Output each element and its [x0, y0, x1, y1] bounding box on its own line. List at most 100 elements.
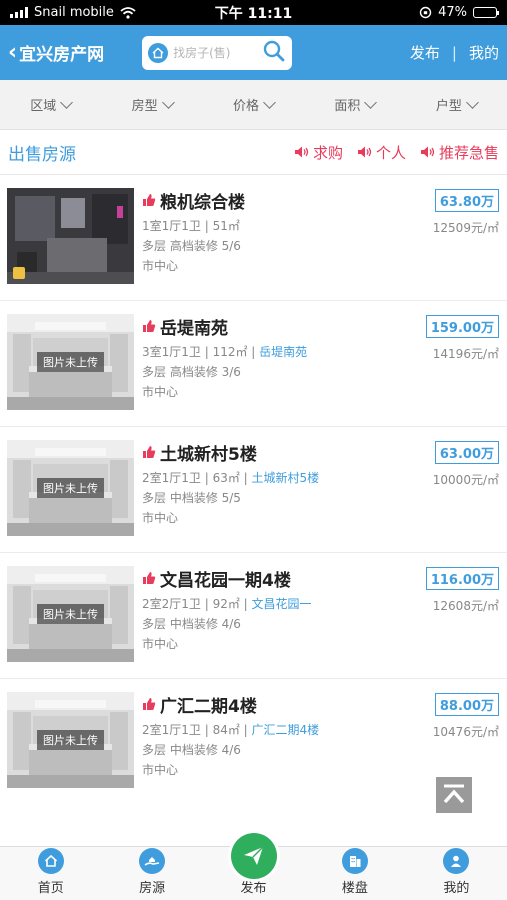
status-bar: Snail mobile 下午 11:11 47% [0, 0, 507, 25]
filter-price[interactable]: 价格 [203, 95, 304, 114]
listing-area: 51㎡ [212, 219, 240, 233]
listing-item[interactable]: 图片未上传 文昌花园一期4楼 2室2厅1卫 | 92㎡ | 文昌花园一 多层 中档装修… [0, 553, 507, 679]
listing-photo[interactable]: 图片未上传 [7, 314, 134, 410]
paper-plane-icon [230, 833, 277, 879]
listing-photo[interactable] [7, 188, 134, 284]
listing-layout: 2室1厅1卫 [142, 723, 201, 737]
chevron-down-icon [263, 95, 276, 109]
listing-estate-link[interactable]: 广汇二期4楼 [252, 723, 320, 737]
battery-percent: 47% [438, 5, 467, 20]
tab-label: 我的 [443, 881, 470, 896]
listing-name: 广汇二期4楼 [160, 696, 257, 717]
listing-layout: 1室1厅1卫 [142, 219, 201, 233]
hand-house-icon [139, 848, 166, 874]
listing-floor-info: 多层 高档装修 3/6 [142, 365, 241, 379]
app-header: ‹ 宜兴房产网 发布 | 我的 [0, 25, 507, 80]
listing-floor-info: 多层 高档装修 5/6 [142, 239, 241, 253]
listing-unit-price: 12509元/㎡ [432, 221, 499, 235]
search-icon[interactable] [262, 39, 286, 67]
listing-price: 116.00万 [425, 567, 499, 590]
filter-unit-type[interactable]: 户型 [406, 95, 507, 114]
listing-photo[interactable]: 图片未上传 [7, 566, 134, 662]
thumbs-up-icon [143, 698, 156, 710]
listing-item[interactable]: 图片未上传 广汇二期4楼 2室1厅1卫 | 84㎡ | 广汇二期4楼 多层 中档装修 … [0, 679, 507, 795]
section-title: 出售房源 [8, 144, 76, 165]
publish-link[interactable]: 发布 [410, 42, 440, 63]
thumbs-up-icon [143, 320, 156, 332]
listing-unit-price: 14196元/㎡ [432, 347, 499, 361]
listing-district: 市中心 [142, 511, 179, 525]
listing-estate-link[interactable]: 文昌花园一 [252, 597, 312, 611]
tab-label: 发布 [240, 881, 267, 896]
signal-icon [10, 7, 28, 18]
listing-layout: 2室2厅1卫 [142, 597, 201, 611]
listing-unit-price: 10000元/㎡ [432, 473, 499, 487]
back-to-top-icon [443, 784, 465, 804]
listing-item[interactable]: 图片未上传 岳堤南苑 3室1厅1卫 | 112㎡ | 岳堤南苑 多层 高档装修 3/6… [0, 301, 507, 427]
chevron-down-icon [60, 95, 74, 109]
listing-item[interactable]: 粮机综合楼 1室1厅1卫 | 51㎡ 多层 高档装修 5/6 市中心 63.80万 125… [0, 175, 507, 301]
listing-list: 粮机综合楼 1室1厅1卫 | 51㎡ 多层 高档装修 5/6 市中心 63.80万 125… [0, 175, 507, 795]
tab-home[interactable]: 首页 [0, 847, 101, 900]
photo-placeholder-label: 图片未上传 [37, 478, 104, 498]
listing-photo[interactable]: 图片未上传 [7, 692, 134, 788]
search-input[interactable] [173, 45, 254, 60]
tag-urgent-sale[interactable]: 推荐急售 [420, 142, 499, 163]
speaker-icon [357, 146, 372, 158]
filter-room-type[interactable]: 房型 [101, 95, 202, 114]
tag-wanted[interactable]: 求购 [294, 142, 343, 163]
filter-label: 房型 [131, 99, 158, 114]
listing-floor-info: 多层 中档装修 4/6 [142, 743, 241, 757]
filter-label: 户型 [435, 99, 462, 114]
listing-name: 岳堤南苑 [160, 318, 228, 339]
listing-estate-link[interactable]: 土城新村5楼 [252, 471, 320, 485]
user-icon [443, 848, 470, 874]
listing-district: 市中心 [142, 385, 179, 399]
listing-name: 土城新村5楼 [160, 444, 257, 465]
listing-floor-info: 多层 中档装修 5/5 [142, 491, 241, 505]
listing-item[interactable]: 图片未上传 土城新村5楼 2室1厅1卫 | 63㎡ | 土城新村5楼 多层 中档装修 … [0, 427, 507, 553]
tag-label: 个人 [375, 143, 406, 162]
listing-name: 粮机综合楼 [160, 192, 245, 213]
battery-icon [473, 7, 499, 18]
listing-price: 63.00万 [434, 441, 499, 464]
listing-district: 市中心 [142, 259, 179, 273]
filter-area[interactable]: 面积 [304, 95, 405, 114]
listing-estate-link[interactable]: 岳堤南苑 [259, 345, 307, 359]
mine-link[interactable]: 我的 [469, 42, 499, 63]
tab-estates[interactable]: 楼盘 [304, 847, 405, 900]
listing-area: 84㎡ [212, 723, 240, 737]
tag-personal[interactable]: 个人 [357, 142, 406, 163]
listing-layout: 3室1厅1卫 [142, 345, 201, 359]
thumbs-up-icon [143, 194, 156, 206]
photo-placeholder-label: 图片未上传 [37, 604, 104, 624]
speaker-icon [294, 146, 309, 158]
tag-label: 求购 [312, 143, 343, 162]
filter-label: 区域 [30, 99, 57, 114]
listing-unit-price: 10476元/㎡ [432, 725, 499, 739]
listing-photo[interactable]: 图片未上传 [7, 440, 134, 536]
listing-area: 63㎡ [212, 471, 240, 485]
chevron-left-icon: ‹ [8, 39, 18, 65]
header-separator: | [451, 43, 457, 62]
listing-price: 88.00万 [434, 693, 499, 716]
back-to-top-button[interactable] [436, 777, 472, 813]
tab-listings[interactable]: 房源 [101, 847, 202, 900]
filter-district[interactable]: 区域 [0, 95, 101, 114]
tab-mine[interactable]: 我的 [406, 847, 507, 900]
thumbs-up-icon [143, 572, 156, 584]
listing-name: 文昌花园一期4楼 [160, 570, 291, 591]
thumbs-up-icon [143, 446, 156, 458]
orientation-lock-icon [419, 6, 432, 19]
filter-label: 面积 [334, 99, 361, 114]
listing-layout: 2室1厅1卫 [142, 471, 201, 485]
speaker-icon [420, 146, 435, 158]
back-button[interactable]: ‹ 宜兴房产网 [8, 40, 104, 65]
tab-publish[interactable]: 发布 [203, 833, 304, 900]
search-box[interactable] [142, 35, 293, 70]
site-title: 宜兴房产网 [19, 45, 105, 65]
listing-price: 63.80万 [434, 189, 499, 212]
listing-price: 159.00万 [425, 315, 499, 338]
filter-bar: 区域 房型 价格 面积 户型 [0, 80, 507, 130]
filter-label: 价格 [233, 99, 260, 114]
